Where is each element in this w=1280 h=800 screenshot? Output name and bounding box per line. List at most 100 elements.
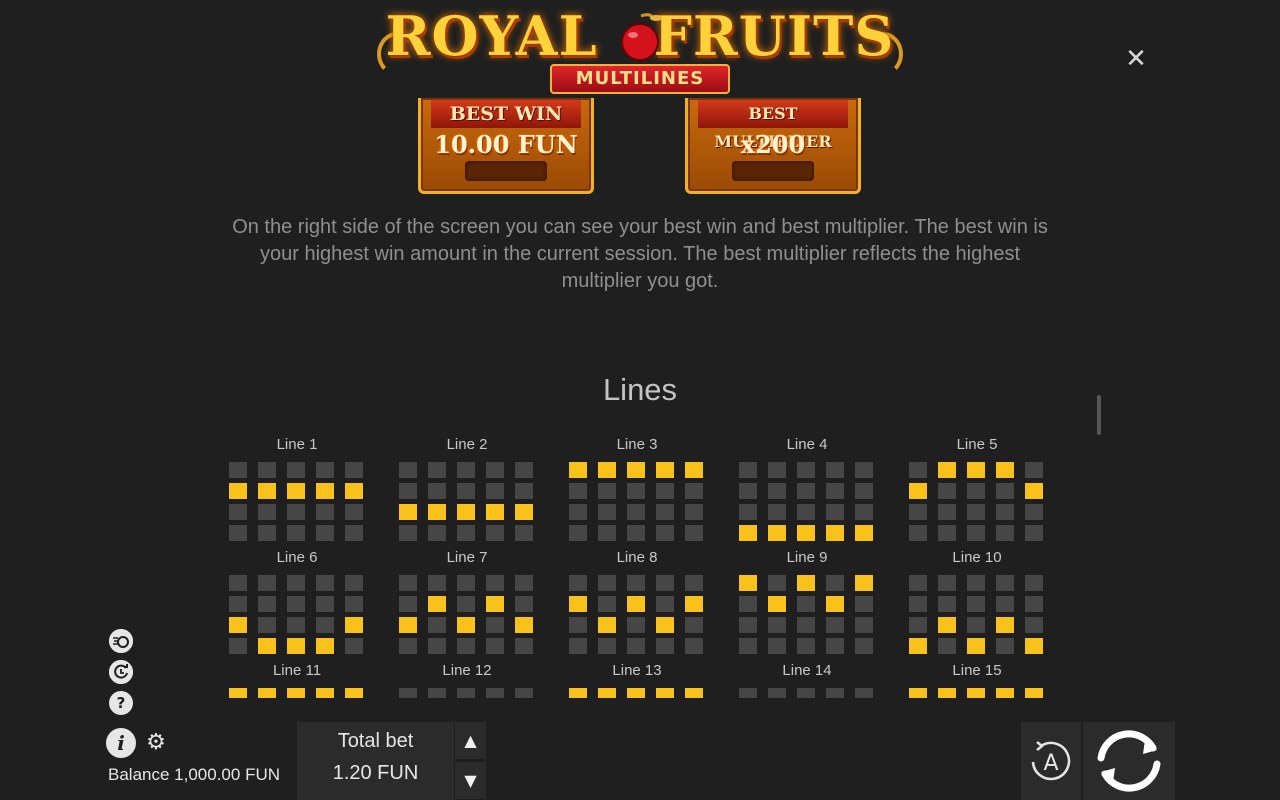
history-icon[interactable] <box>109 660 133 684</box>
payline-pattern <box>569 462 709 546</box>
payline-cell <box>826 638 844 654</box>
payline-label: Line 13 <box>612 662 662 679</box>
payline-cell <box>229 462 247 478</box>
payline-cell-active <box>797 575 815 591</box>
payline-cell <box>457 688 475 698</box>
payline-cell-active <box>826 525 844 541</box>
total-bet-label: Total bet <box>337 730 414 752</box>
payline-cell <box>399 638 417 654</box>
payline-cell <box>797 638 815 654</box>
payline-cell-active <box>399 504 417 520</box>
payline-cell-active <box>457 504 475 520</box>
payline-pattern <box>229 688 369 698</box>
best-multiplier-slot <box>732 161 814 181</box>
payline-cell-active <box>287 483 305 499</box>
payline-cell <box>399 483 417 499</box>
payline-cell <box>656 638 674 654</box>
payline-cell-active <box>656 688 674 698</box>
payline-cell <box>569 575 587 591</box>
payline-card: Line 15 <box>900 662 1043 698</box>
payline-cell <box>486 462 504 478</box>
payline-cell <box>399 596 417 612</box>
payline-cell <box>457 596 475 612</box>
payline-cell <box>855 638 873 654</box>
payline-cell <box>258 596 276 612</box>
autoplay-button[interactable]: A <box>1021 722 1081 800</box>
payline-card: Line 10 <box>900 549 1043 659</box>
payline-cell <box>258 525 276 541</box>
payline-cell <box>486 638 504 654</box>
paylines-grid: Line 1 Line 2 Line 3 Line 4 Line 5 Line 6 Line… <box>220 436 1060 698</box>
payline-cell <box>428 483 446 499</box>
payline-cell <box>229 525 247 541</box>
payline-cell <box>797 504 815 520</box>
payline-cell <box>768 688 786 698</box>
payline-cell-active <box>967 638 985 654</box>
payline-cell <box>967 617 985 633</box>
payline-cell <box>855 504 873 520</box>
payline-cell <box>855 688 873 698</box>
payline-cell-active <box>656 617 674 633</box>
payline-cell-active <box>938 688 956 698</box>
info-icon[interactable]: i <box>106 728 136 758</box>
best-win-label: BEST WIN <box>431 100 581 128</box>
payline-cell-active <box>938 617 956 633</box>
payline-cell <box>345 504 363 520</box>
payline-cell <box>909 596 927 612</box>
payline-cell <box>598 483 616 499</box>
payline-label: Line 3 <box>616 436 658 453</box>
payline-cell <box>855 462 873 478</box>
payline-cell-active <box>345 688 363 698</box>
payline-cell-active <box>627 688 645 698</box>
game-logo: ROYAL FRUITS MULTILINES <box>375 2 905 98</box>
payline-cell <box>399 688 417 698</box>
payline-cell <box>229 638 247 654</box>
payline-cell <box>797 462 815 478</box>
payline-cell <box>428 462 446 478</box>
payline-cell <box>428 575 446 591</box>
payline-cell <box>685 575 703 591</box>
payline-label: Line 1 <box>276 436 318 453</box>
payline-cell <box>515 596 533 612</box>
payline-cell <box>598 638 616 654</box>
payline-cell-active <box>909 638 927 654</box>
payline-label: Line 12 <box>442 662 492 679</box>
coin-bet-icon[interactable] <box>109 629 133 653</box>
payline-cell <box>345 575 363 591</box>
close-icon[interactable]: ✕ <box>1122 45 1150 73</box>
payline-cell <box>938 504 956 520</box>
payline-cell <box>316 504 334 520</box>
payline-cell <box>569 617 587 633</box>
payline-label: Line 10 <box>952 549 1002 566</box>
payline-cell-active <box>768 596 786 612</box>
help-icon[interactable]: ? <box>109 691 133 715</box>
payline-cell-active <box>996 617 1014 633</box>
lines-heading: Lines <box>602 372 678 407</box>
payline-cell-active <box>685 462 703 478</box>
payline-cell <box>515 575 533 591</box>
payline-cell <box>598 575 616 591</box>
payline-cell <box>938 596 956 612</box>
payline-cell <box>316 462 334 478</box>
payline-cell <box>287 525 305 541</box>
payline-cell-active <box>457 617 475 633</box>
payline-cell <box>627 575 645 591</box>
best-multiplier-label: BEST MULTIPLIER <box>698 100 848 151</box>
spin-button[interactable] <box>1083 722 1175 800</box>
bet-increase-button[interactable]: ▲ <box>455 722 486 759</box>
payline-cell-active <box>428 504 446 520</box>
payline-cell <box>826 462 844 478</box>
payline-cell <box>515 525 533 541</box>
payline-label: Line 6 <box>276 549 318 566</box>
gear-icon[interactable]: ⚙ <box>144 731 168 755</box>
payline-cell-active <box>996 462 1014 478</box>
payline-cell <box>1025 462 1043 478</box>
payline-cell-active <box>316 688 334 698</box>
payline-cell-active <box>909 483 927 499</box>
payline-cell <box>768 483 786 499</box>
payline-cell <box>316 596 334 612</box>
payline-cell <box>996 525 1014 541</box>
bet-decrease-button[interactable]: ▼ <box>455 762 486 799</box>
scrollbar-thumb[interactable] <box>1097 395 1101 435</box>
payline-cell <box>996 575 1014 591</box>
